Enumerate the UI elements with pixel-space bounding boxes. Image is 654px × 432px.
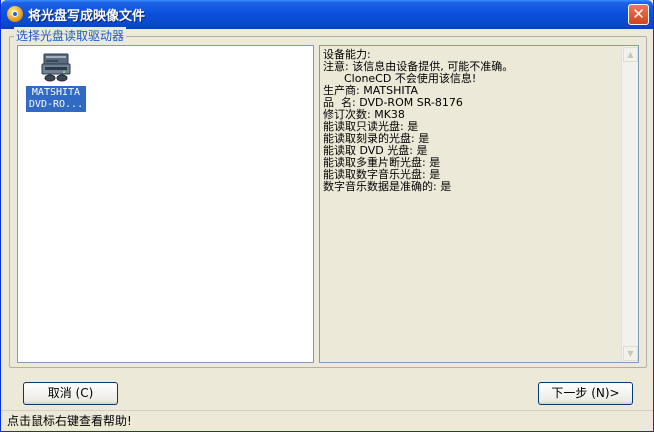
app-disc-icon [7, 6, 23, 22]
close-button[interactable]: ✕ [628, 4, 649, 25]
drive-list[interactable]: MATSHITA DVD-RO... [17, 45, 314, 363]
optical-drive-icon [41, 53, 71, 82]
window-title: 将光盘写成映像文件 [28, 9, 146, 24]
scroll-down-button[interactable]: ▼ [623, 346, 638, 361]
title-bar[interactable]: 将光盘写成映像文件 ✕ [1, 0, 653, 29]
close-icon: ✕ [632, 5, 645, 23]
next-button[interactable]: 下一步 (N)> [538, 382, 633, 405]
cancel-button[interactable]: 取消 (C) [23, 382, 118, 405]
group-label: 选择光盘读取驱动器 [14, 27, 127, 44]
device-info-text: 设备能力: 注意: 该信息由设备提供, 可能不准确。 CloneCD 不会使用该… [323, 48, 514, 193]
info-scrollbar[interactable]: ▲ ▼ [621, 46, 638, 362]
drive-label: MATSHITA DVD-RO... [26, 86, 86, 112]
device-info-panel: 设备能力: 注意: 该信息由设备提供, 可能不准确。 CloneCD 不会使用该… [319, 45, 639, 363]
status-bar: 点击鼠标右键查看帮助! [1, 410, 653, 431]
scroll-up-button[interactable]: ▲ [623, 47, 638, 62]
dialog-window: 将光盘写成映像文件 ✕ 选择光盘读取驱动器 MATSHITA DVD-RO...… [0, 0, 654, 432]
